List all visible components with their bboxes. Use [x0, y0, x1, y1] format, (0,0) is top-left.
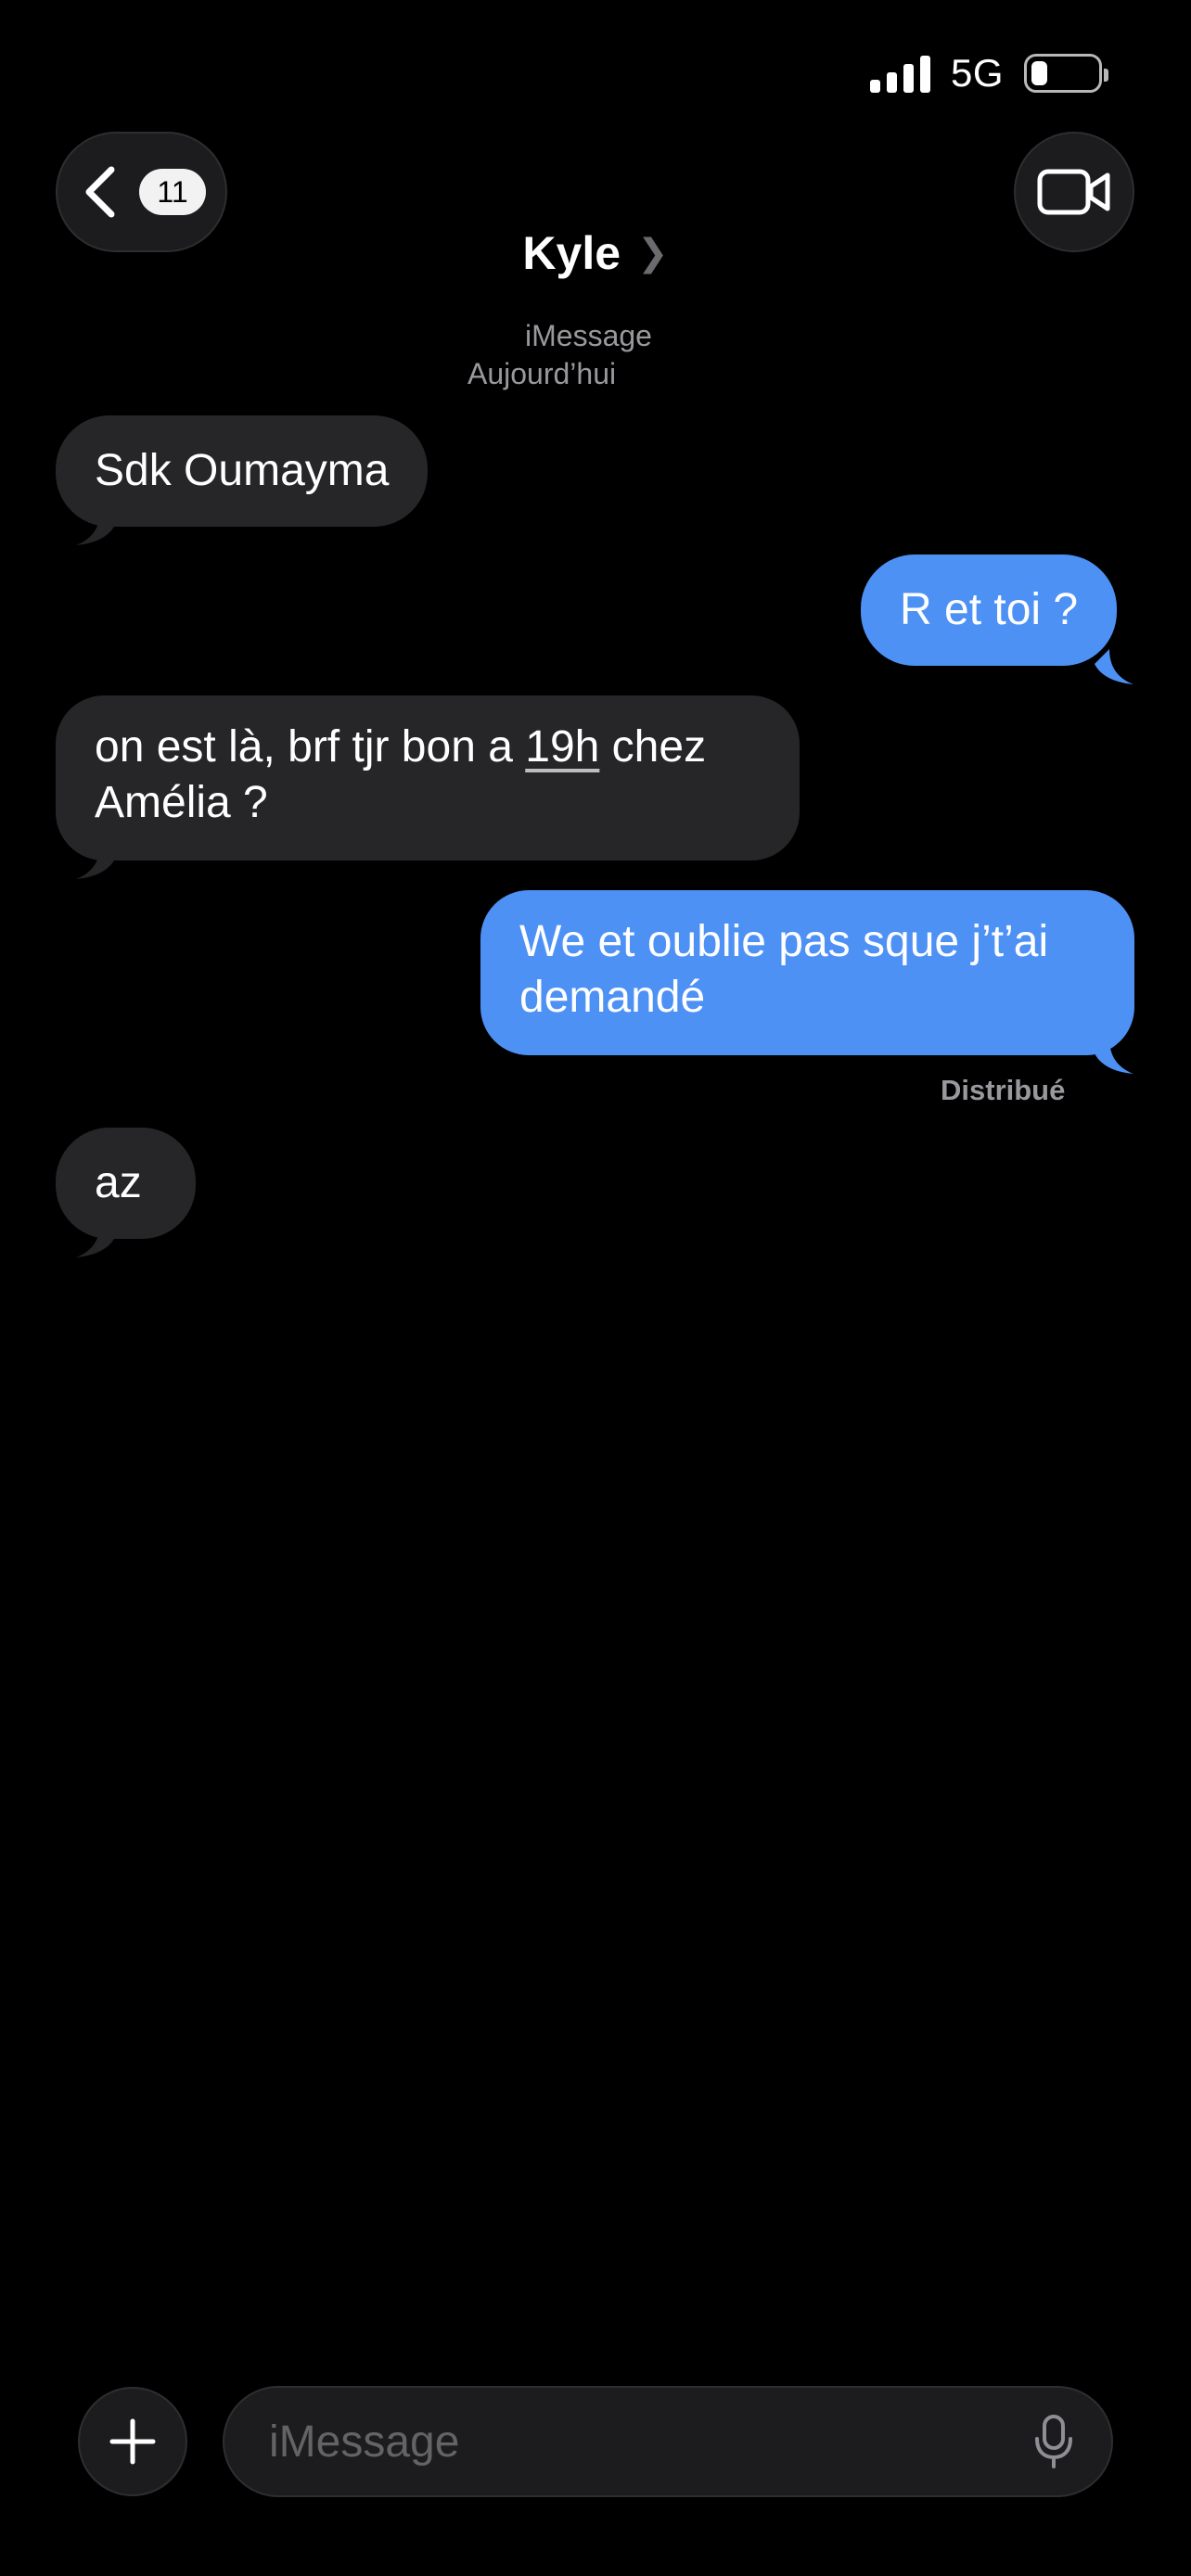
messages-screen: 5G 11 Kyle ❯ iMessage Aujourd’hui Sdk Ou…	[0, 0, 1191, 2576]
bubble-tail	[1095, 649, 1133, 684]
battery-level	[1031, 61, 1047, 85]
plus-icon	[109, 2418, 156, 2465]
message-text-line: demandé	[519, 973, 706, 1022]
video-call-button[interactable]	[1014, 132, 1134, 252]
bubble-tail	[1095, 1039, 1133, 1074]
message-bubble-outgoing[interactable]: We et oublie pas sque j’t’ai demandé	[480, 890, 1134, 1055]
network-type: 5G	[950, 51, 1004, 95]
status-bar: 5G	[869, 48, 1108, 98]
unread-count-badge: 11	[139, 169, 206, 215]
chevron-right-icon: ❯	[637, 233, 669, 274]
bubble-tail	[76, 510, 115, 545]
message-input-field[interactable]	[223, 2386, 1113, 2497]
chevron-left-icon	[85, 166, 115, 218]
message-text: Sdk Oumayma	[95, 446, 390, 495]
add-attachment-button[interactable]	[78, 2387, 187, 2496]
battery-icon	[1024, 54, 1108, 93]
message-text-line: on est là, brf tjr bon a 19h chez	[95, 722, 707, 772]
delivery-status: Distribué	[941, 1074, 1066, 1106]
message-text-line: We et oublie pas sque j’t’ai	[519, 917, 1049, 966]
message-bubble-incoming[interactable]: on est là, brf tjr bon a 19h chez Amélia…	[56, 695, 800, 861]
bubble-tail	[76, 1222, 115, 1257]
microphone-icon[interactable]	[1033, 2413, 1074, 2470]
date-separator: Aujourd’hui	[467, 357, 617, 390]
message-bubble-outgoing[interactable]: R et toi ?	[861, 555, 1118, 666]
signal-icon	[869, 54, 930, 93]
time-link[interactable]: 19h	[525, 722, 599, 772]
video-camera-icon	[1037, 169, 1110, 215]
service-label: iMessage	[525, 319, 652, 352]
message-input[interactable]	[269, 2416, 1033, 2468]
contact-name[interactable]: Kyle	[522, 226, 621, 280]
message-text: R et toi ?	[900, 585, 1079, 634]
message-text-line: Amélia ?	[95, 778, 268, 827]
contact-header[interactable]: Kyle ❯	[0, 226, 1191, 280]
bubble-tail	[76, 844, 115, 879]
message-text: az	[95, 1158, 142, 1207]
